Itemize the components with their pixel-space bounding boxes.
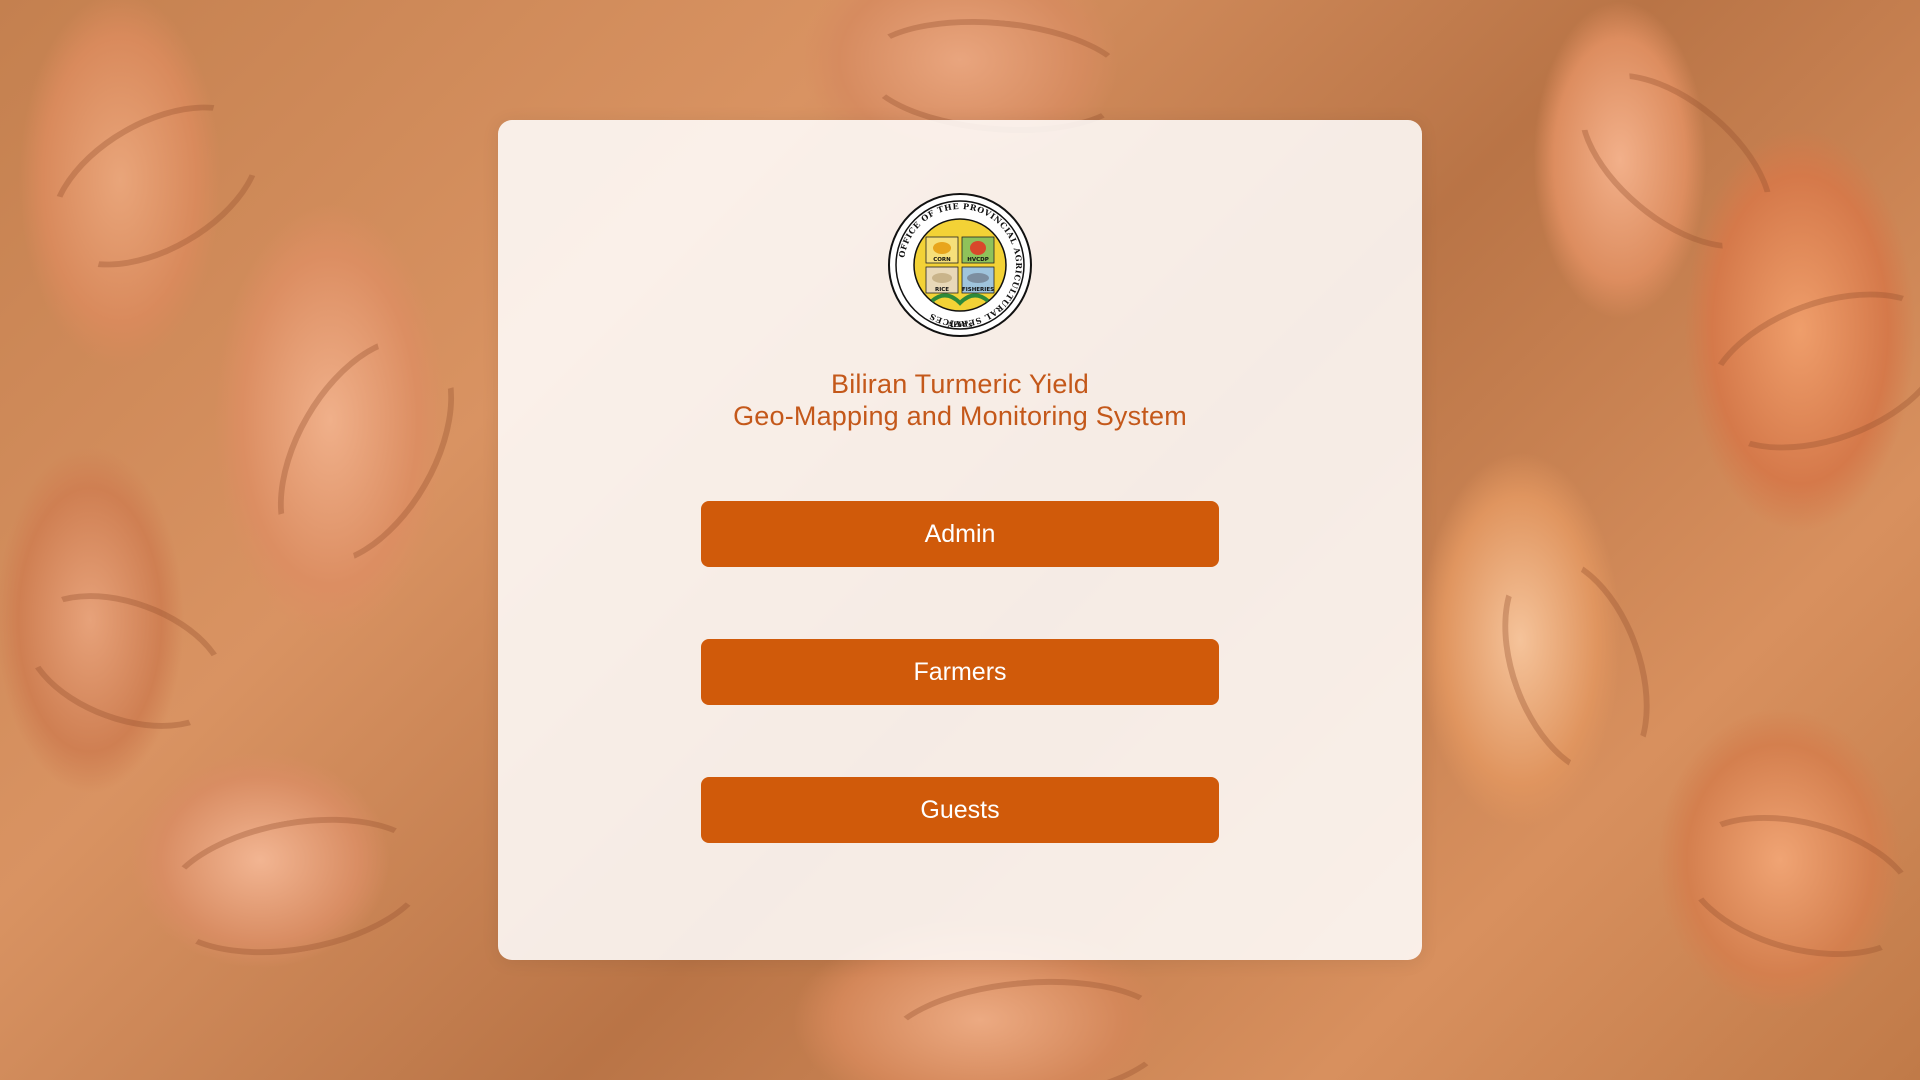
admin-button[interactable]: Admin [701, 501, 1219, 567]
svg-text:HVCDP: HVCDP [967, 257, 989, 263]
svg-text:AEW's: AEW's [947, 320, 973, 329]
system-title-line-2: Geo-Mapping and Monitoring System [733, 401, 1187, 431]
svg-text:RICE: RICE [935, 287, 949, 293]
provincial-agriculture-seal-logo: OFFICE OF THE PROVINCIAL AGRICULTURAL SE… [888, 193, 1032, 337]
system-title: Biliran Turmeric Yield Geo-Mapping and M… [498, 368, 1422, 432]
system-title-line-1: Biliran Turmeric Yield [831, 369, 1089, 399]
svg-text:FISHERIES: FISHERIES [962, 287, 994, 293]
farmers-button[interactable]: Farmers [701, 639, 1219, 705]
svg-text:CORN: CORN [933, 257, 951, 263]
guests-button[interactable]: Guests [701, 777, 1219, 843]
